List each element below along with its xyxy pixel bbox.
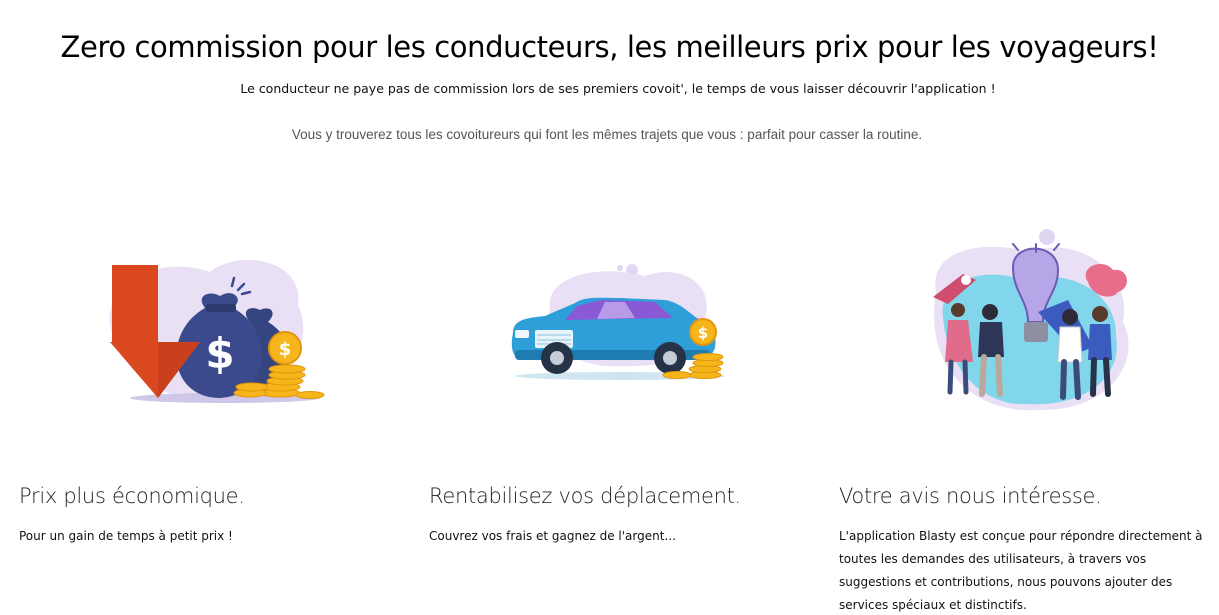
feature-title: Prix plus économique. [19, 484, 245, 508]
hero-subtitle: Le conducteur ne paye pas de commission … [240, 81, 996, 96]
blue-car-coins-illustration: $ [505, 258, 735, 383]
svg-text:$: $ [279, 339, 292, 360]
feature-text: Pour un gain de temps à petit prix ! [19, 529, 233, 543]
feature-title: Votre avis nous intéresse. [839, 484, 1102, 508]
page-title: Zero commission pour les conducteurs, le… [60, 30, 1159, 64]
money-bags-down-arrow-illustration: $ $ [100, 250, 330, 410]
feature-text: Couvrez vos frais et gagnez de l'argent.… [429, 529, 676, 543]
hero-description: Vous y trouverez tous les covoitureurs q… [291, 127, 923, 142]
feature-title: Rentabilisez vos déplacement. [429, 484, 741, 508]
feature-text: L'application Blasty est conçue pour rép… [839, 529, 1203, 612]
feature-card-earnings: Rentabilisez vos déplacement. Couvrez vo… [429, 484, 809, 548]
feature-card-price: Prix plus économique. Pour un gain de te… [19, 484, 399, 548]
feature-card-feedback: Votre avis nous intéresse. L'application… [839, 484, 1214, 615]
svg-text:$: $ [205, 329, 234, 378]
svg-text:$: $ [698, 324, 708, 342]
people-lightbulb-ideas-illustration [918, 222, 1143, 417]
